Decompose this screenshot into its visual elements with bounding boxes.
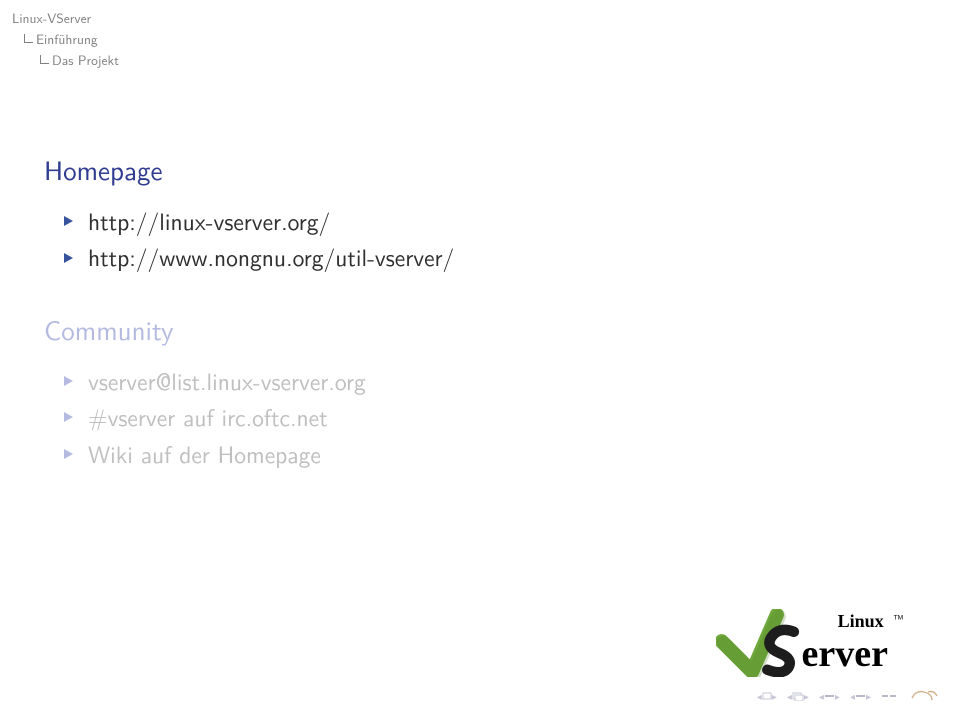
list-item: Wiki auf der Homepage <box>44 436 914 472</box>
nav-prev-section-icon[interactable]: ◂ ▸ <box>784 689 812 704</box>
nav-first-icon[interactable]: ◂ ▸ <box>754 689 780 704</box>
list-item-label: Wiki auf der Homepage <box>88 437 321 471</box>
heading-community: Community <box>44 310 914 349</box>
bullet-icon <box>64 376 73 386</box>
breadcrumb-section: Einführung <box>24 29 119 50</box>
list-item-label: http://linux-vserver.org/ <box>88 204 330 238</box>
list-item-label: #vserver auf irc.oftc.net <box>88 400 328 434</box>
breadcrumb-top-label: Linux-VServer <box>12 8 91 29</box>
nav-next-icon[interactable]: ◂▸ <box>847 689 874 704</box>
bullet-icon <box>64 253 73 263</box>
logo-tm: TM <box>894 614 904 621</box>
bullet-icon <box>64 449 73 459</box>
list-item: http://linux-vserver.org/ <box>44 203 914 239</box>
list-item: vserver@list.linux-vserver.org <box>44 363 914 399</box>
list-homepage: http://linux-vserver.org/ http://www.non… <box>44 203 914 276</box>
nav-back-icon[interactable] <box>910 685 938 707</box>
linux-vserver-logo: Linux TM erver <box>716 609 906 677</box>
slide-content: Homepage http://linux-vserver.org/ http:… <box>44 150 914 506</box>
logo-text-main: erver <box>802 633 889 675</box>
list-item: http://www.nongnu.org/util-vserver/ <box>44 239 914 275</box>
breadcrumb-top: Linux-VServer <box>12 8 119 29</box>
tree-connector-icon <box>24 34 33 43</box>
logo-text-top: Linux <box>838 611 884 631</box>
breadcrumb: Linux-VServer Einführung Das Projekt <box>12 8 119 71</box>
heading-homepage: Homepage <box>44 150 914 189</box>
breadcrumb-subsection: Das Projekt <box>40 50 119 71</box>
bullet-icon <box>64 216 73 226</box>
beamer-navbar: ◂ ▸ ◂ ▸ ◂▸ ◂▸ <box>754 685 938 707</box>
bullet-icon <box>64 412 73 422</box>
tree-connector-icon <box>40 55 49 64</box>
list-community: vserver@list.linux-vserver.org #vserver … <box>44 363 914 472</box>
list-item: #vserver auf irc.oftc.net <box>44 399 914 435</box>
breadcrumb-section-label: Einführung <box>36 29 98 50</box>
list-item-label: http://www.nongnu.org/util-vserver/ <box>88 240 454 274</box>
breadcrumb-subsection-label: Das Projekt <box>52 50 119 71</box>
list-item-label: vserver@list.linux-vserver.org <box>88 364 366 398</box>
nav-last-icon[interactable] <box>878 695 900 696</box>
nav-prev-icon[interactable]: ◂▸ <box>816 689 843 704</box>
